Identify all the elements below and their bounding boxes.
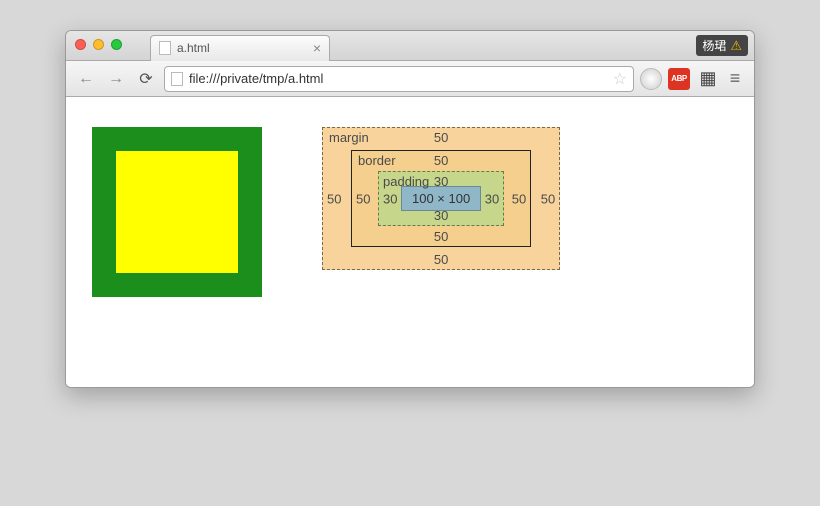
tab-title: a.html: [177, 41, 210, 55]
border-bottom-value: 50: [434, 229, 448, 244]
box-model-diagram: margin 50 50 50 50 border 50 50 50 50 pa…: [322, 127, 560, 270]
close-window-button[interactable]: [75, 39, 86, 50]
user-name: 杨珺: [702, 37, 726, 54]
border-right-value: 50: [512, 191, 526, 206]
border-label: border: [358, 153, 396, 168]
margin-label: margin: [329, 130, 369, 145]
minimize-window-button[interactable]: [93, 39, 104, 50]
file-icon: [171, 72, 183, 86]
page-content: margin 50 50 50 50 border 50 50 50 50 pa…: [66, 97, 754, 387]
file-icon: [159, 41, 171, 55]
toolbar: ← → ⟳ file:///private/tmp/a.html ☆ ABP ▦…: [66, 61, 754, 97]
padding-top-value: 30: [434, 174, 448, 189]
warning-icon: ⚠: [730, 38, 742, 54]
border-top-value: 50: [434, 153, 448, 168]
border-left-value: 50: [356, 191, 370, 206]
back-button[interactable]: ←: [74, 67, 98, 91]
margin-top-value: 50: [434, 130, 448, 145]
user-chip[interactable]: 杨珺 ⚠: [696, 35, 748, 56]
window-controls: [66, 39, 122, 50]
qr-extension-icon[interactable]: ▦: [696, 68, 718, 90]
tabs-area: a.html × 杨珺 ⚠: [66, 31, 754, 61]
demo-box: [92, 127, 262, 297]
padding-label: padding: [383, 174, 429, 189]
hamburger-menu-icon[interactable]: ≡: [724, 68, 746, 90]
margin-bottom-value: 50: [434, 252, 448, 267]
maximize-window-button[interactable]: [111, 39, 122, 50]
margin-right-value: 50: [541, 191, 555, 206]
padding-box: padding 30 30 30 30 100 × 100: [378, 171, 504, 226]
browser-tab[interactable]: a.html ×: [150, 35, 330, 61]
bookmark-star-icon[interactable]: ☆: [613, 69, 627, 89]
forward-button[interactable]: →: [104, 67, 128, 91]
border-box: border 50 50 50 50 padding 30 30 30 30 1…: [351, 150, 531, 247]
padding-left-value: 30: [383, 191, 397, 206]
margin-left-value: 50: [327, 191, 341, 206]
adblock-extension-icon[interactable]: ABP: [668, 68, 690, 90]
globe-icon[interactable]: [640, 68, 662, 90]
demo-box-inner: [116, 151, 238, 273]
margin-box: margin 50 50 50 50 border 50 50 50 50 pa…: [322, 127, 560, 270]
reload-button[interactable]: ⟳: [134, 67, 158, 91]
close-tab-icon[interactable]: ×: [313, 40, 321, 56]
url-text: file:///private/tmp/a.html: [189, 71, 607, 86]
padding-bottom-value: 30: [434, 208, 448, 223]
url-bar[interactable]: file:///private/tmp/a.html ☆: [164, 66, 634, 92]
browser-window: a.html × 杨珺 ⚠ ← → ⟳ file:///private/tmp/…: [65, 30, 755, 388]
padding-right-value: 30: [485, 191, 499, 206]
